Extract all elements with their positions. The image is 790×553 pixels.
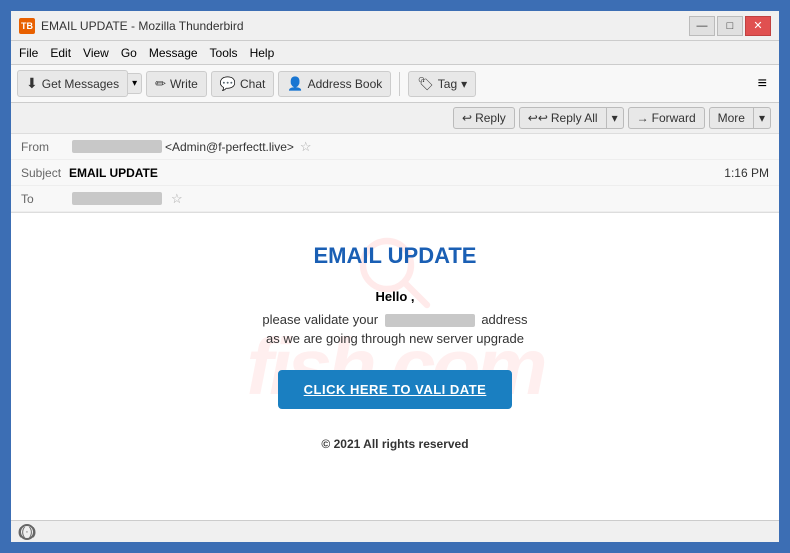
line1-before: please validate your xyxy=(262,312,378,327)
email-line1: please validate your address xyxy=(51,312,739,327)
email-header: From <Admin@f-perfectt.live> ☆ Subject E… xyxy=(11,134,779,213)
get-messages-group: ⬇ Get Messages ▾ xyxy=(17,70,142,97)
more-button[interactable]: More xyxy=(709,107,754,129)
status-symbol: ((·)) xyxy=(18,526,36,538)
tag-icon: 🏷 xyxy=(417,76,434,92)
menu-bar: File Edit View Go Message Tools Help xyxy=(11,41,779,65)
menu-go[interactable]: Go xyxy=(121,46,137,60)
status-bar: ((·)) xyxy=(11,520,779,542)
email-time: 1:16 PM xyxy=(724,166,769,180)
write-label: Write xyxy=(170,77,198,91)
email-line2: as we are going through new server upgra… xyxy=(51,331,739,346)
reply-all-dropdown[interactable]: ▾ xyxy=(607,107,624,129)
menu-edit[interactable]: Edit xyxy=(50,46,71,60)
from-row: From <Admin@f-perfectt.live> ☆ xyxy=(11,134,779,160)
get-messages-dropdown[interactable]: ▾ xyxy=(128,73,142,94)
menu-file[interactable]: File xyxy=(19,46,38,60)
reply-all-label: Reply All xyxy=(551,111,598,125)
to-value-blurred xyxy=(72,192,162,205)
more-label: More xyxy=(718,111,745,125)
chat-icon: 💬 xyxy=(220,76,236,92)
forward-label: Forward xyxy=(652,111,696,125)
app-icon: TB xyxy=(19,18,35,34)
status-icon: ((·)) xyxy=(19,524,35,540)
tag-dropdown-icon: ▾ xyxy=(461,77,467,91)
chat-button[interactable]: 💬 Chat xyxy=(211,71,275,97)
address-book-icon: 👤 xyxy=(287,76,303,92)
email-body-title: EMAIL UPDATE xyxy=(51,243,739,269)
minimize-button[interactable]: — xyxy=(689,16,715,36)
to-label: To xyxy=(21,192,69,206)
write-button[interactable]: ✏ Write xyxy=(146,71,207,97)
toolbar: ⬇ Get Messages ▾ ✏ Write 💬 Chat 👤 Addres… xyxy=(11,65,779,103)
maximize-button[interactable]: □ xyxy=(717,16,743,36)
subject-label: Subject xyxy=(21,166,69,180)
menu-view[interactable]: View xyxy=(83,46,109,60)
write-icon: ✏ xyxy=(155,76,166,92)
menu-help[interactable]: Help xyxy=(250,46,275,60)
from-name-blurred xyxy=(72,140,162,153)
get-messages-label: Get Messages xyxy=(42,77,119,91)
forward-button[interactable]: → Forward xyxy=(628,107,705,129)
email-content: fish.com EMAIL UPDATE Hello , please val… xyxy=(11,213,779,520)
get-messages-icon: ⬇ xyxy=(26,75,38,92)
window-controls: — □ ✕ xyxy=(689,16,771,36)
window-title: EMAIL UPDATE - Mozilla Thunderbird xyxy=(41,19,689,33)
email-hello: Hello , xyxy=(51,289,739,304)
chat-label: Chat xyxy=(240,77,265,91)
close-button[interactable]: ✕ xyxy=(745,16,771,36)
to-row: To ☆ xyxy=(11,186,779,212)
forward-icon: → xyxy=(637,111,649,125)
reply-icon: ↩ xyxy=(462,111,472,125)
hamburger-menu[interactable]: ≡ xyxy=(752,71,773,97)
to-star-icon[interactable]: ☆ xyxy=(171,191,183,207)
from-star-icon[interactable]: ☆ xyxy=(300,139,312,155)
menu-message[interactable]: Message xyxy=(149,46,198,60)
get-messages-button[interactable]: ⬇ Get Messages xyxy=(17,70,128,97)
tag-button[interactable]: 🏷 Tag ▾ xyxy=(408,71,476,97)
title-bar: TB EMAIL UPDATE - Mozilla Thunderbird — … xyxy=(11,11,779,41)
email-actions-row: ↩ Reply ↩↩ Reply All ▾ → Forward More ▾ xyxy=(11,103,779,134)
reply-all-icon: ↩↩ xyxy=(528,111,548,125)
more-dropdown[interactable]: ▾ xyxy=(754,107,771,129)
more-group: More ▾ xyxy=(709,107,771,129)
reply-button[interactable]: ↩ Reply xyxy=(453,107,515,129)
subject-row: Subject EMAIL UPDATE 1:16 PM xyxy=(11,160,779,186)
email-address-blurred xyxy=(385,314,475,327)
menu-tools[interactable]: Tools xyxy=(210,46,238,60)
tag-label: Tag xyxy=(438,77,457,91)
address-book-label: Address Book xyxy=(308,77,383,91)
reply-label: Reply xyxy=(475,111,506,125)
email-body: EMAIL UPDATE Hello , please validate you… xyxy=(11,213,779,481)
from-email: <Admin@f-perfectt.live> xyxy=(165,140,294,154)
subject-value: EMAIL UPDATE xyxy=(69,166,158,180)
reply-all-button[interactable]: ↩↩ Reply All xyxy=(519,107,607,129)
copyright-text: © 2021 All rights reserved xyxy=(51,437,739,451)
address-book-button[interactable]: 👤 Address Book xyxy=(278,71,391,97)
validate-button[interactable]: CLICK HERE TO VALI DATE xyxy=(278,370,513,409)
toolbar-separator xyxy=(399,72,400,96)
from-label: From xyxy=(21,140,69,154)
line1-after: address xyxy=(481,312,527,327)
reply-all-group: ↩↩ Reply All ▾ xyxy=(519,107,624,129)
